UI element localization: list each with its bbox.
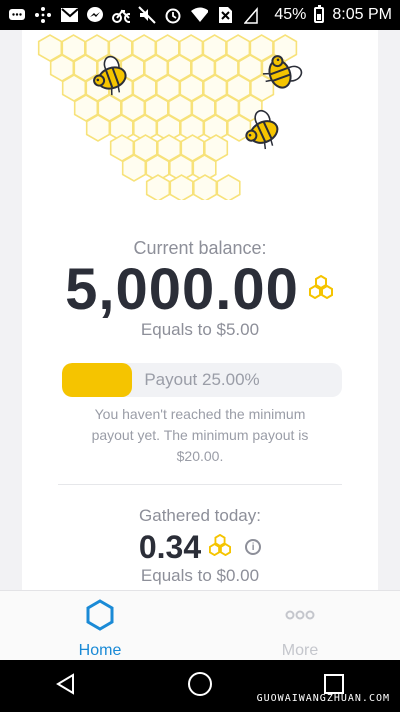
honeycomb-cell (121, 154, 147, 182)
battery-percent: 45% (274, 6, 307, 23)
status-left (8, 6, 260, 24)
honeycomb-coin-icon (207, 533, 233, 561)
messenger-icon (86, 6, 104, 24)
gathered-value: 0.34 (138, 528, 202, 565)
watermark-text: GUOWAIWANGZHUAN.COM (256, 693, 390, 704)
home-circle-icon[interactable] (187, 671, 213, 702)
system-nav-bar: GUOWAIWANGZHUAN.COM (0, 660, 400, 712)
honeycomb-coin-icon (307, 274, 335, 304)
gmail-icon (60, 6, 78, 24)
hexagon-home-icon (85, 599, 115, 636)
bike-icon (112, 6, 130, 24)
status-right: 45% 8:05 PM (274, 5, 392, 24)
alarm-icon (164, 6, 182, 24)
back-icon[interactable] (54, 672, 78, 701)
status-bar: 45% 8:05 PM (0, 0, 400, 30)
honeycomb-cell (169, 174, 194, 200)
nav-home[interactable]: Home (0, 591, 200, 661)
dots-icon (34, 6, 52, 24)
gathered-equals: Equals to $0.00 (140, 566, 260, 585)
payout-note: You haven't reached the minimum payout y… (91, 406, 309, 464)
gathered-row: 0.34 i (22, 527, 378, 567)
clock: 8:05 PM (332, 6, 392, 23)
payout-progress-label: Payout 25.00% (144, 370, 260, 389)
wifi-icon (190, 6, 208, 24)
balance-value: 5,000.00 (65, 256, 299, 322)
nav-more-label: More (281, 642, 319, 659)
payout-progress-bar: Payout 25.00% (62, 363, 342, 397)
mute-icon (138, 6, 156, 24)
honeycomb-illustration (37, 34, 303, 200)
bottom-nav: Home More (0, 590, 400, 661)
balance-equals: Equals to $5.00 (140, 320, 260, 339)
gathered-label: Gathered today: (139, 506, 261, 525)
divider (58, 484, 342, 485)
chat-icon (8, 6, 26, 24)
no-sim-icon (216, 6, 234, 24)
nav-more[interactable]: More (200, 591, 400, 661)
nav-home-label: Home (78, 642, 122, 659)
balance-card: Current balance: 5,000.00 Equals to $5.0… (22, 30, 378, 590)
balance-row: 5,000.00 (22, 254, 378, 324)
honeycomb-cell (145, 174, 171, 200)
honeycomb-cell (193, 174, 218, 200)
info-icon[interactable]: i (245, 539, 262, 555)
honeycomb-cell (85, 114, 111, 142)
signal-icon (242, 6, 260, 24)
battery-icon (314, 5, 325, 23)
honeycomb-cell (216, 174, 241, 200)
more-dots-icon (283, 599, 317, 636)
